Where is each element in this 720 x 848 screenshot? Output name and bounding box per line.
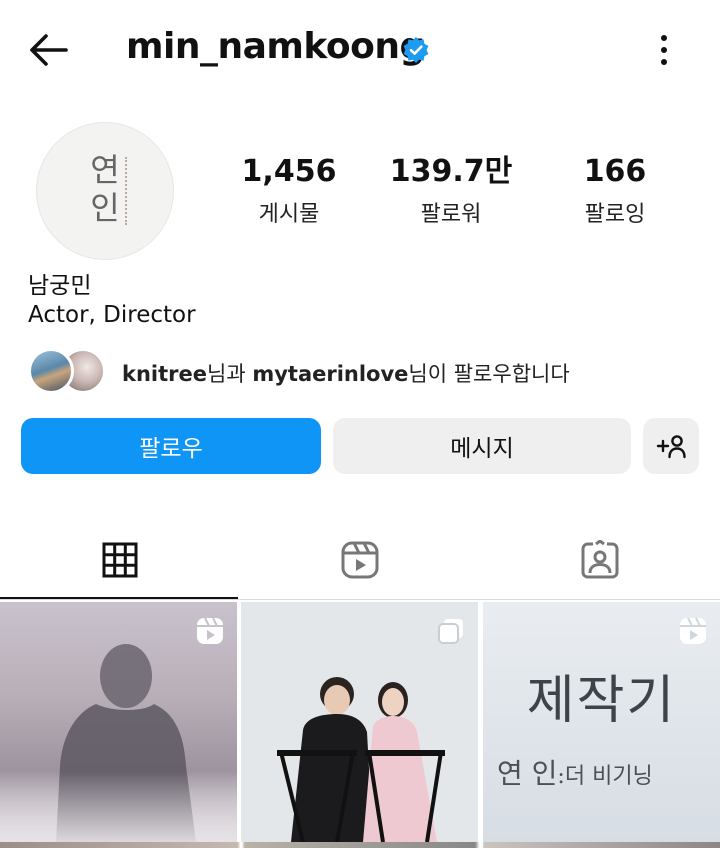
- mutual-follower-name[interactable]: mytaerinlove: [252, 362, 408, 386]
- posts-label: 게시물: [258, 202, 320, 227]
- posts-stat[interactable]: 1,456 게시물: [214, 152, 364, 228]
- followed-by-suffix: 님이 팔로우합니다: [408, 362, 570, 386]
- profile-full-name: 남궁민: [28, 273, 92, 299]
- post-title-text: 제작기: [526, 671, 677, 731]
- following-label: 팔로잉: [584, 202, 646, 227]
- add-person-icon: [656, 435, 686, 459]
- reels-icon: [341, 541, 379, 579]
- grid-icon: [102, 542, 138, 578]
- profile-username: min_namkoong: [126, 26, 425, 67]
- posts-grid: 제작기 연 인:더 비기닝: [0, 602, 720, 848]
- profile-bio: Actor, Director: [28, 302, 196, 328]
- verified-badge-icon: [403, 37, 429, 63]
- tabs-divider: [0, 599, 720, 600]
- fog-overlay: [0, 772, 237, 842]
- post-subtitle-rest: 더 비기닝: [564, 764, 653, 789]
- followers-count: 139.7만: [389, 154, 513, 189]
- mutual-follower-name[interactable]: knitree: [122, 362, 207, 386]
- more-vertical-icon[interactable]: [650, 30, 678, 70]
- post-thumbnail[interactable]: [0, 602, 237, 842]
- mutual-follower-avatar[interactable]: [28, 348, 74, 394]
- post-thumbnail[interactable]: 제작기 연 인:더 비기닝: [483, 602, 720, 842]
- post-subtitle-colon: :: [557, 764, 565, 789]
- top-bar: min_namkoong: [0, 0, 720, 100]
- post-subtitle-main: 연 인: [497, 757, 558, 790]
- post-thumbnail[interactable]: [241, 602, 478, 842]
- tagged-person-icon: [581, 540, 619, 579]
- arrow-left-icon[interactable]: [26, 30, 72, 70]
- carousel-icon: [438, 619, 463, 644]
- suggested-users-button[interactable]: [643, 418, 699, 474]
- next-row-preview: [0, 842, 720, 848]
- following-count: 166: [583, 154, 647, 189]
- avatar-calligraphy: 연인: [90, 151, 120, 227]
- reels-icon: [197, 617, 223, 644]
- post-subtitle-text: 연 인:더 비기닝: [497, 752, 653, 792]
- tab-tagged[interactable]: [480, 520, 720, 600]
- tab-reels[interactable]: [240, 520, 480, 600]
- followers-stat[interactable]: 139.7만 팔로워: [376, 152, 526, 228]
- reels-icon: [680, 617, 706, 644]
- follow-button[interactable]: 팔로우: [21, 418, 321, 474]
- posts-count: 1,456: [241, 154, 337, 189]
- followers-label: 팔로워: [420, 202, 482, 227]
- avatar-decoration: [125, 157, 129, 225]
- followed-by-text[interactable]: knitree님과 mytaerinlove님이 팔로우합니다: [122, 358, 570, 388]
- profile-tabs: [0, 520, 720, 600]
- followed-by-connector: 님과: [207, 362, 253, 386]
- message-button[interactable]: 메시지: [333, 418, 631, 474]
- following-stat[interactable]: 166 팔로잉: [540, 152, 690, 228]
- profile-avatar[interactable]: 연인: [36, 122, 174, 260]
- tab-grid[interactable]: [0, 520, 240, 600]
